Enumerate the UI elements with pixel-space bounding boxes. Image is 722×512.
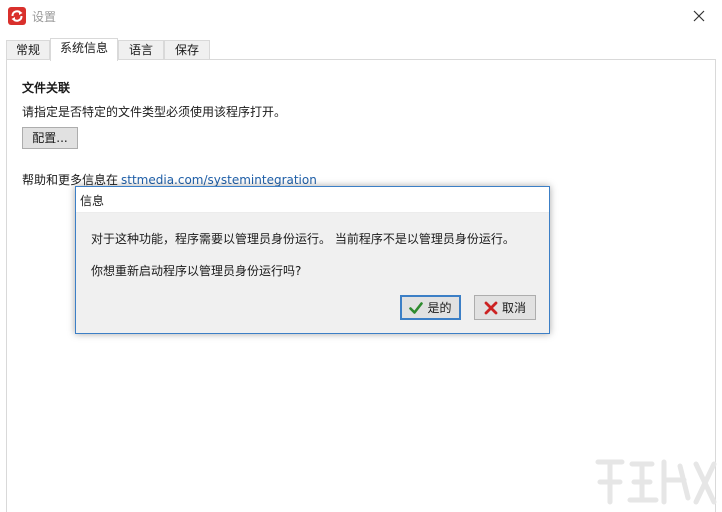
close-icon	[693, 10, 705, 22]
config-button[interactable]: 配置...	[22, 127, 78, 149]
tab-language[interactable]: 语言	[118, 40, 164, 60]
help-label: 帮助和更多信息在	[22, 173, 119, 187]
watermark-logo	[595, 459, 717, 505]
dialog-title-bar: 信息	[76, 187, 549, 213]
tab-system-info[interactable]: 系统信息	[50, 38, 118, 61]
window-title: 设置	[32, 10, 57, 24]
tab-save[interactable]: 保存	[164, 40, 210, 60]
dialog-title: 信息	[80, 194, 105, 208]
tab-general[interactable]: 常规	[6, 40, 50, 60]
title-bar: 设置	[0, 0, 722, 32]
help-link[interactable]: sttmedia.com/systemintegration	[121, 173, 317, 187]
close-button[interactable]	[676, 0, 722, 32]
app-refresh-icon	[8, 7, 26, 25]
yes-button[interactable]: 是的	[400, 295, 461, 320]
cancel-button-label: 取消	[501, 301, 526, 315]
dialog-message-question: 你想重新启动程序以管理员身份运行吗?	[91, 264, 302, 278]
check-icon	[409, 301, 424, 314]
dialog-message-primary: 对于这种功能，程序需要以管理员身份运行。 当前程序不是以管理员身份运行。	[91, 232, 515, 246]
section-title: 文件关联	[22, 81, 71, 95]
cancel-button[interactable]: 取消	[474, 295, 536, 320]
section-description: 请指定是否特定的文件类型必须使用该程序打开。	[22, 105, 287, 119]
x-icon	[484, 301, 498, 314]
info-dialog: 信息 对于这种功能，程序需要以管理员身份运行。 当前程序不是以管理员身份运行。 …	[75, 186, 550, 334]
yes-button-label: 是的	[427, 301, 452, 315]
